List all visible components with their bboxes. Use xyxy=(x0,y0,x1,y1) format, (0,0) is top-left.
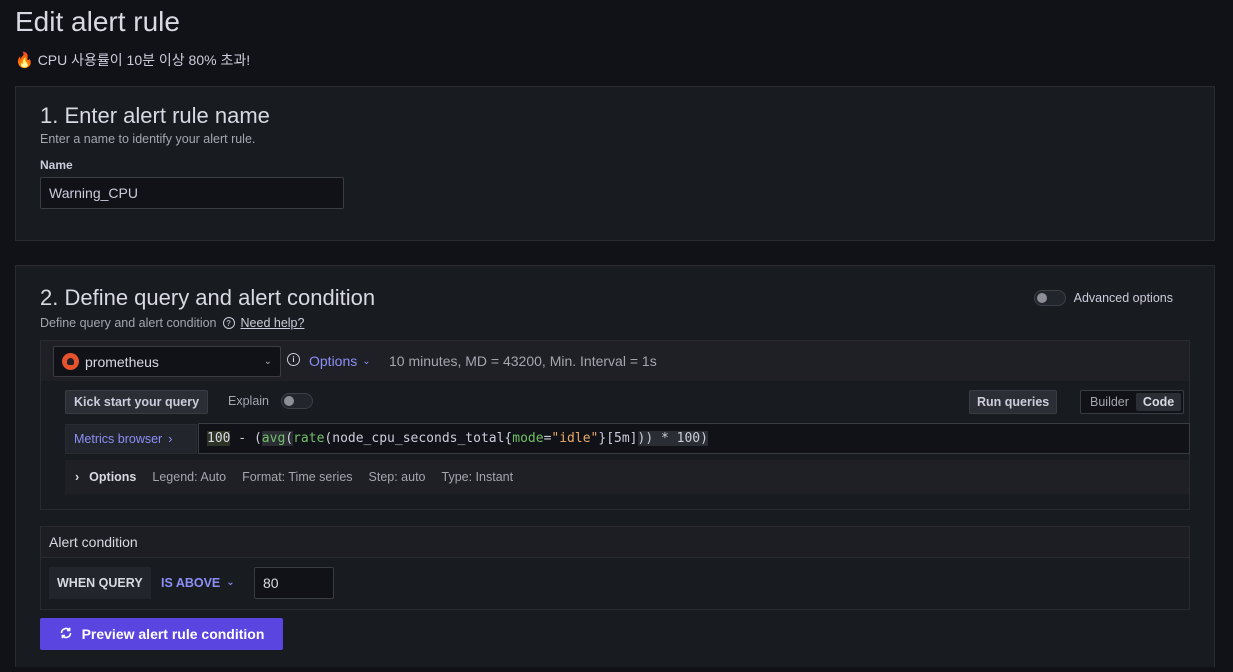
query-editor: prometheus ⌄ i Options ⌄ 10 minutes, MD … xyxy=(40,340,1190,510)
query-options-summary: 10 minutes, MD = 43200, Min. Interval = … xyxy=(389,353,657,369)
condition-operator-select[interactable]: IS ABOVE ⌄ xyxy=(161,567,235,599)
legend-setting: Legend: Auto xyxy=(152,470,227,484)
preview-condition-button[interactable]: Preview alert rule condition xyxy=(40,618,283,650)
chevron-down-icon: ⌄ xyxy=(362,355,371,367)
when-query-label: WHEN QUERY xyxy=(49,567,151,599)
options-label: Options xyxy=(309,353,358,369)
advanced-options-toggle[interactable] xyxy=(1033,290,1066,306)
section-2-description-text: Define query and alert condition xyxy=(40,316,217,330)
section-query-condition: 2. Define query and alert condition Defi… xyxy=(15,265,1215,667)
step-setting: Step: auto xyxy=(368,470,426,484)
format-setting: Format: Time series xyxy=(242,470,353,484)
alert-condition: Alert condition WHEN QUERY IS ABOVE ⌄ 80 xyxy=(40,526,1190,610)
type-setting: Type: Instant xyxy=(441,470,514,484)
preview-button-label: Preview alert rule condition xyxy=(81,626,265,642)
query-options-row[interactable]: › Options Legend: Auto Format: Time seri… xyxy=(65,460,1189,494)
datasource-select[interactable]: prometheus ⌄ xyxy=(53,346,281,377)
query-options-toggle[interactable]: Options ⌄ xyxy=(309,353,371,369)
query-body: Kick start your query Explain Run querie… xyxy=(53,381,1190,509)
code-token: * 100) xyxy=(653,431,708,446)
chevron-down-icon: ⌄ xyxy=(263,356,272,367)
chevron-right-icon: › xyxy=(75,470,80,484)
chevron-right-icon: › xyxy=(168,432,173,446)
prometheus-logo-icon xyxy=(62,353,79,370)
section-1-title: 1. Enter alert rule name xyxy=(40,103,270,128)
code-token: }[5m] xyxy=(598,431,638,446)
section-rule-name: 1. Enter alert rule name Enter a name to… xyxy=(15,86,1215,241)
code-token: - ( xyxy=(230,431,262,446)
section-2-title: 2. Define query and alert condition xyxy=(40,285,376,310)
code-token: rate xyxy=(293,431,325,446)
code-token: ( xyxy=(285,431,294,446)
code-token: )) xyxy=(637,431,654,446)
info-icon[interactable]: i xyxy=(287,353,300,366)
fire-icon: 🔥 xyxy=(15,52,34,69)
code-token: (node_cpu_seconds_total{ xyxy=(324,431,513,446)
refresh-icon xyxy=(59,626,73,643)
operator-label: IS ABOVE xyxy=(161,576,221,590)
help-circle-icon: ? xyxy=(222,317,235,329)
promql-code-editor[interactable]: 100 - (avg(rate(node_cpu_seconds_total{m… xyxy=(198,423,1190,454)
code-token: 100 xyxy=(207,431,231,446)
run-queries-button[interactable]: Run queries xyxy=(969,390,1058,414)
datasource-name: prometheus xyxy=(85,353,159,370)
rule-name-input[interactable]: Warning_CPU xyxy=(40,177,344,209)
code-token: "idle" xyxy=(551,431,599,446)
mode-code-button[interactable]: Code xyxy=(1135,393,1182,411)
code-token: avg xyxy=(261,431,286,446)
subtitle-text: CPU 사용률이 10분 이상 80% 초과! xyxy=(37,52,251,68)
threshold-input[interactable]: 80 xyxy=(254,567,334,599)
explain-label: Explain xyxy=(228,394,269,408)
chevron-down-icon: ⌄ xyxy=(226,577,235,588)
alert-condition-title: Alert condition xyxy=(41,527,1189,558)
page-title: Edit alert rule xyxy=(15,6,180,37)
query-options-expander[interactable]: › Options xyxy=(75,470,136,484)
need-help-link[interactable]: Need help? xyxy=(241,316,305,330)
section-2-description: Define query and alert condition ? Need … xyxy=(40,316,304,330)
mode-builder-button[interactable]: Builder xyxy=(1083,393,1136,411)
advanced-options-label: Advanced options xyxy=(1073,291,1173,305)
explain-control: Explain xyxy=(228,393,313,409)
editor-mode-switch: Builder Code xyxy=(1080,390,1185,414)
code-token: mode xyxy=(512,431,544,446)
section-1-description: Enter a name to identify your alert rule… xyxy=(40,132,256,146)
kick-start-button[interactable]: Kick start your query xyxy=(65,390,209,414)
metrics-browser-label: Metrics browser xyxy=(74,432,163,446)
query-options-label: Options xyxy=(89,470,137,484)
advanced-options: Advanced options xyxy=(1033,290,1173,306)
explain-toggle[interactable] xyxy=(281,393,313,409)
metrics-browser-button[interactable]: Metrics browser › xyxy=(65,424,197,454)
page-subtitle: 🔥 CPU 사용률이 10분 이상 80% 초과! xyxy=(15,50,250,70)
query-header: prometheus ⌄ i Options ⌄ 10 minutes, MD … xyxy=(41,341,1189,381)
name-label: Name xyxy=(40,158,73,172)
